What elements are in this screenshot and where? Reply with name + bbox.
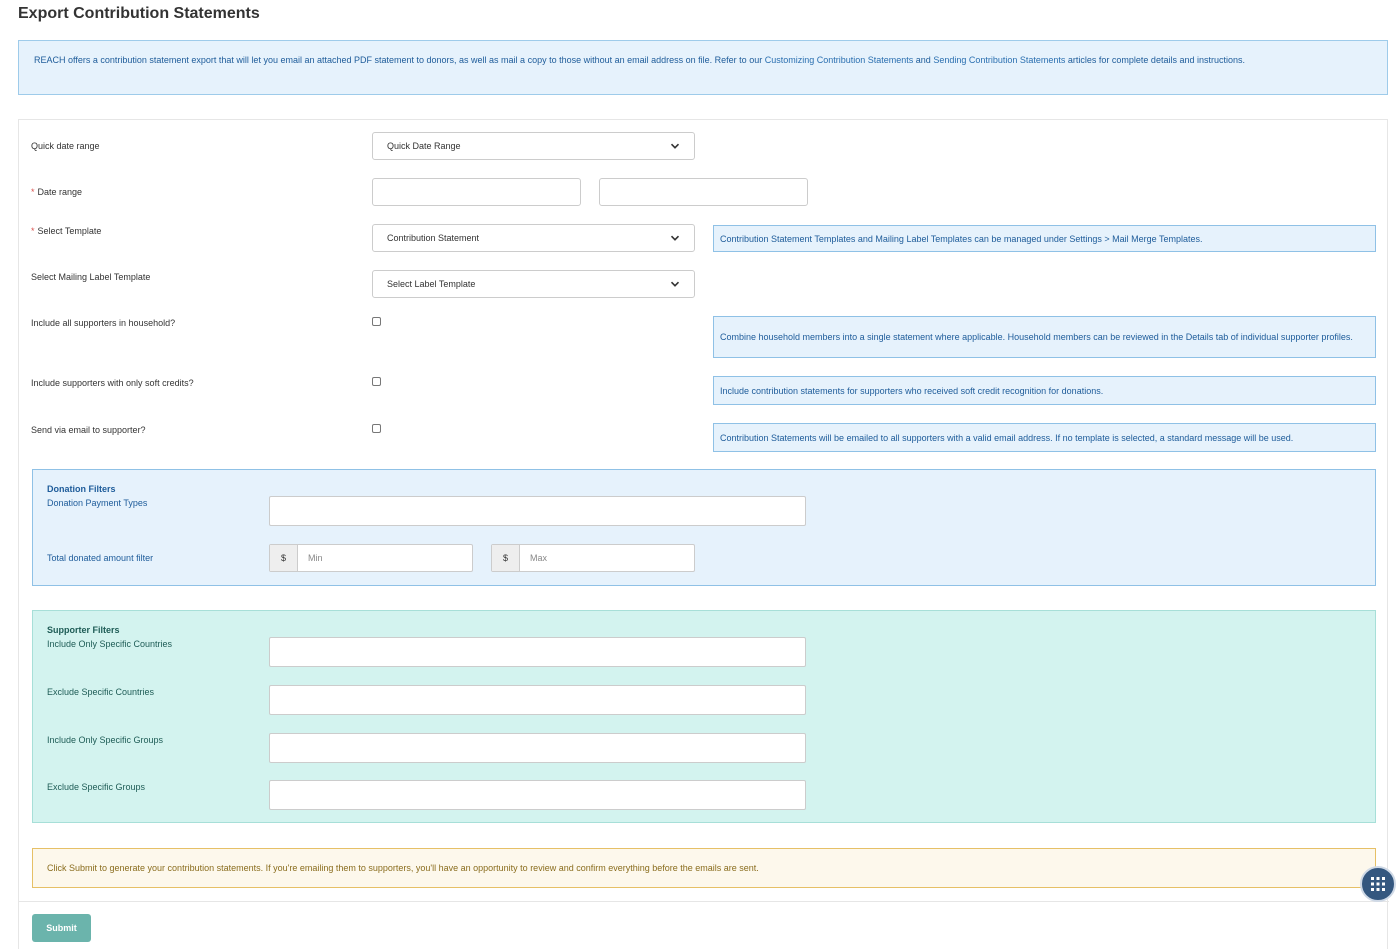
currency-addon: $ <box>492 545 520 571</box>
min-amount-input-group[interactable]: $ Min <box>269 544 473 572</box>
chevron-down-icon <box>670 143 680 149</box>
include-groups-input[interactable] <box>269 733 806 763</box>
quick-date-range-select[interactable]: Quick Date Range <box>372 132 695 160</box>
donation-filters-panel: Donation Filters Donation Payment Types … <box>32 469 1376 586</box>
customizing-statements-link[interactable]: Customizing Contribution Statements <box>765 55 914 65</box>
chevron-down-icon <box>670 281 680 287</box>
supporter-filters-title: Supporter Filters <box>47 625 120 635</box>
exclude-groups-label: Exclude Specific Groups <box>47 782 146 792</box>
mailing-label-template-value: Select Label Template <box>387 279 476 289</box>
max-amount-input-group[interactable]: $ Max <box>491 544 695 572</box>
date-range-end-input[interactable] <box>599 178 808 206</box>
template-help-box: Contribution Statement Templates and Mai… <box>713 225 1376 252</box>
required-marker: * <box>31 187 35 197</box>
grid-menu-icon <box>1371 877 1385 891</box>
include-groups-label: Include Only Specific Groups <box>47 735 164 745</box>
include-countries-input[interactable] <box>269 637 806 667</box>
max-amount-input[interactable]: Max <box>520 545 694 571</box>
soft-credits-help-box: Include contribution statements for supp… <box>713 376 1376 405</box>
intro-text: REACH offers a contribution statement ex… <box>34 55 765 65</box>
exclude-countries-label: Exclude Specific Countries <box>47 687 155 697</box>
date-range-start-input[interactable] <box>372 178 581 206</box>
currency-addon: $ <box>270 545 298 571</box>
soft-credits-label: Include supporters with only soft credit… <box>31 378 194 388</box>
template-select[interactable]: Contribution Statement <box>372 224 695 252</box>
send-email-help-box: Contribution Statements will be emailed … <box>713 423 1376 452</box>
exclude-groups-input[interactable] <box>269 780 806 810</box>
template-select-value: Contribution Statement <box>387 233 480 243</box>
include-countries-label: Include Only Specific Countries <box>47 639 173 649</box>
submit-notice: Click Submit to generate your contributi… <box>32 848 1376 888</box>
quick-date-range-value: Quick Date Range <box>387 141 461 151</box>
floating-menu-button[interactable] <box>1360 866 1396 902</box>
exclude-countries-input[interactable] <box>269 685 806 715</box>
chevron-down-icon <box>670 235 680 241</box>
send-email-label: Send via email to supporter? <box>31 425 146 435</box>
intro-text: articles for complete details and instru… <box>1065 55 1245 65</box>
date-range-label: * Date range <box>31 187 83 197</box>
donation-filters-title: Donation Filters <box>47 484 116 494</box>
intro-info-box: REACH offers a contribution statement ex… <box>18 40 1388 95</box>
supporter-filters-panel: Supporter Filters Include Only Specific … <box>32 610 1376 823</box>
divider <box>19 901 1389 902</box>
select-template-label: * Select Template <box>31 226 102 236</box>
min-amount-input[interactable]: Min <box>298 545 472 571</box>
soft-credits-checkbox[interactable] <box>372 377 381 386</box>
quick-date-range-label: Quick date range <box>31 141 100 151</box>
household-checkbox[interactable] <box>372 317 381 326</box>
page-title: Export Contribution Statements <box>18 5 260 22</box>
submit-button[interactable]: Submit <box>32 914 91 942</box>
household-label: Include all supporters in household? <box>31 318 176 328</box>
send-email-checkbox[interactable] <box>372 424 381 433</box>
required-marker: * <box>31 226 35 236</box>
mailing-label-template-select[interactable]: Select Label Template <box>372 270 695 298</box>
household-help-box: Combine household members into a single … <box>713 316 1376 358</box>
donation-payment-types-label: Donation Payment Types <box>47 498 148 508</box>
sending-statements-link[interactable]: Sending Contribution Statements <box>933 55 1065 65</box>
total-donated-amount-label: Total donated amount filter <box>47 553 154 563</box>
intro-text: and <box>913 55 934 65</box>
export-form-card: Quick date range Quick Date Range * Date … <box>18 119 1389 949</box>
donation-payment-types-input[interactable] <box>269 496 806 526</box>
mailing-label-template-label: Select Mailing Label Template <box>31 272 151 282</box>
